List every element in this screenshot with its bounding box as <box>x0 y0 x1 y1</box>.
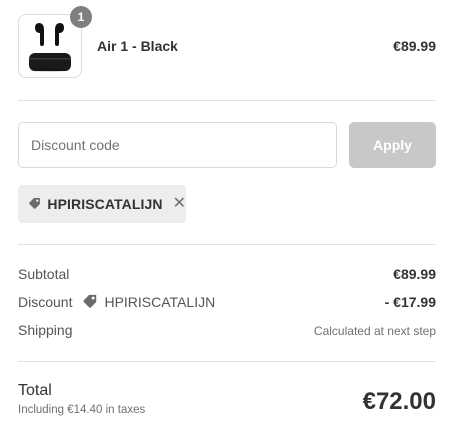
shipping-value: Calculated at next step <box>313 324 436 338</box>
tax-note: Including €14.40 in taxes <box>18 404 146 416</box>
close-icon[interactable]: ✕ <box>173 196 186 212</box>
discount-code-input[interactable] <box>18 122 337 168</box>
discount-code-text: HPIRISCATALIJN <box>104 294 216 310</box>
product-name: Air 1 - Black <box>97 38 178 54</box>
divider <box>18 361 436 362</box>
total-price: €72.00 <box>362 388 436 415</box>
subtotal-value: €89.99 <box>393 266 436 282</box>
subtotal-row: Subtotal €89.99 <box>18 266 436 286</box>
tag-icon <box>83 294 97 308</box>
applied-discount-code: HPIRISCATALIJN <box>47 196 163 212</box>
divider <box>18 100 436 101</box>
discount-code-inline: HPIRISCATALIJN <box>82 294 215 310</box>
discount-row: Discount HPIRISCATALIJN - €17.99 <box>18 294 436 314</box>
tag-icon <box>29 198 40 209</box>
total-label: Total <box>18 382 52 399</box>
shipping-label: Shipping <box>18 322 73 338</box>
discount-label: Discount <box>18 294 73 310</box>
divider <box>18 244 436 245</box>
applied-discount-chip: HPIRISCATALIJN ✕ <box>18 185 186 223</box>
shipping-row: Shipping Calculated at next step <box>18 322 436 342</box>
product-price: €89.99 <box>393 38 436 54</box>
subtotal-label: Subtotal <box>18 266 70 282</box>
apply-discount-button[interactable]: Apply <box>349 122 436 168</box>
discount-value: - €17.99 <box>384 294 436 310</box>
earbuds-case-icon <box>29 23 71 72</box>
quantity-badge: 1 <box>70 6 92 28</box>
product-thumbnail: 1 <box>18 6 92 78</box>
cart-line-item: 1 Air 1 - Black €89.99 <box>18 6 436 78</box>
discount-label-group: Discount HPIRISCATALIJN <box>18 294 215 310</box>
